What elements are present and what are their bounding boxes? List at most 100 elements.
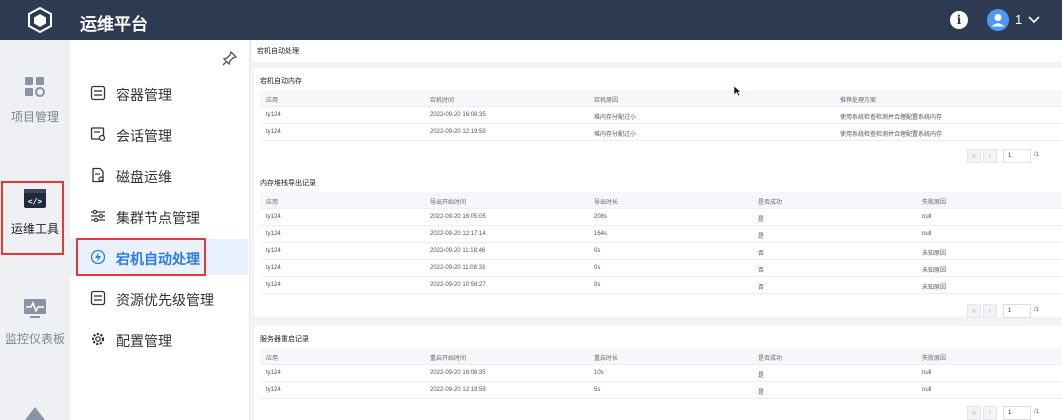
table-cell: null xyxy=(922,214,932,220)
prev-page-button[interactable]: ‹ xyxy=(983,149,997,163)
table-cell: ty124 xyxy=(266,370,281,376)
cube-logo-icon[interactable] xyxy=(27,7,53,33)
table-cell: ty124 xyxy=(266,248,281,254)
table-cell: 使用系统检查检测并合理配置系统内存 xyxy=(840,115,943,121)
menu-item-config[interactable]: 配置管理 xyxy=(70,321,248,357)
column-header: 导出时长 xyxy=(594,200,619,206)
chevron-down-icon[interactable] xyxy=(1027,9,1041,29)
table-cell: 否 xyxy=(758,285,765,291)
table-cell: ty124 xyxy=(266,129,281,135)
table-cell: 2022-09-20 11:18:46 xyxy=(430,248,486,254)
menu-item-resource-priority[interactable]: 资源优先级管理 xyxy=(70,280,248,316)
table-cell: 0s xyxy=(594,265,601,271)
table-cell: 是 xyxy=(758,234,765,240)
table-cell: ty124 xyxy=(266,231,281,237)
sliders-icon xyxy=(91,209,105,223)
column-header: 推荐处理方案 xyxy=(840,98,877,104)
table-cell: null xyxy=(922,231,932,237)
table-cell: ty124 xyxy=(266,282,281,288)
table-cell: 是 xyxy=(758,390,765,396)
pagination: « ‹ 1 /1 xyxy=(967,149,1062,163)
warning-icon[interactable] xyxy=(24,406,46,420)
column-header: 失败原因 xyxy=(922,356,947,362)
table-row: ty124 2022-09-20 11:18:46 0s 否 未知原因 xyxy=(260,243,1062,260)
table-cell: ty124 xyxy=(266,214,281,220)
menu-item-disk-ops[interactable]: 磁盘运维 xyxy=(70,157,248,193)
rail-item-label: 监控仪表板 xyxy=(4,332,65,346)
pagination: « ‹ 1 /1 xyxy=(967,304,1062,318)
mouse-cursor-icon xyxy=(734,86,742,96)
menu-item-sessions[interactable]: 会话管理 xyxy=(70,116,248,152)
first-page-button[interactable]: « xyxy=(967,149,981,163)
prev-page-button[interactable]: ‹ xyxy=(983,406,997,420)
main-content: 宕机自动处理 宕机自动内存 应用 宕机时间 宕机原因 推荐处理方案 ty124 … xyxy=(252,40,1062,420)
page-total: /1 xyxy=(1034,409,1040,415)
page-number-input[interactable]: 1 xyxy=(1003,149,1031,163)
top-bar: 运维平台 i 1 xyxy=(0,0,1062,40)
table-cell: 否 xyxy=(758,268,765,274)
column-header: 应用 xyxy=(266,200,279,206)
card-heap-export: 内存堆栈导出记录 应用 导出开始时间 导出时长 是否成功 失败原因 ty124 … xyxy=(254,170,1062,318)
data-table: 应用 宕机时间 宕机原因 推荐处理方案 ty124 2022-09-20 16:… xyxy=(260,90,1062,141)
table-cell: 2022-09-20 12:19:59 xyxy=(430,387,486,393)
page-number-input[interactable]: 1 xyxy=(1003,406,1031,420)
table-row: ty124 2022-09-20 16:05:05 208s 是 null xyxy=(260,209,1062,226)
pin-icon[interactable] xyxy=(222,50,238,66)
column-header: 应用 xyxy=(266,98,279,104)
column-header: 重启开始时间 xyxy=(430,356,467,362)
session-icon xyxy=(90,127,106,142)
sub-menu: 容器管理 会话管理 磁盘运维 集群节点管理 宕机自动处理 资源优先级管理 配置管… xyxy=(70,40,250,420)
column-header: 应用 xyxy=(266,356,279,362)
table-cell: 2022-09-20 16:05:05 xyxy=(430,214,486,220)
table-header: 应用 重启开始时间 重启时长 是否成功 失败原因 xyxy=(260,348,1062,365)
table-header: 应用 导出开始时间 导出时长 是否成功 失败原因 xyxy=(260,192,1062,209)
first-page-button[interactable]: « xyxy=(967,406,981,420)
table-cell: 2022-09-20 16:08:35 xyxy=(430,370,486,376)
table-row: ty124 2022-09-20 12:19:59 5s 是 null xyxy=(260,382,1062,399)
table-cell: 是 xyxy=(758,217,765,223)
container-icon xyxy=(90,85,106,101)
grid-icon xyxy=(25,77,45,97)
table-row: ty124 2022-09-20 10:58:27 0s 否 未知原因 xyxy=(260,277,1062,294)
user-name[interactable]: 1 xyxy=(1015,12,1022,27)
pagination: « ‹ 1 /1 xyxy=(967,406,1062,420)
table-cell: ty124 xyxy=(266,112,281,118)
table-cell: 2022-09-20 12:19:59 xyxy=(430,129,486,135)
table-cell: 2022-09-20 10:58:27 xyxy=(430,282,486,288)
table-cell: 堆内存分配过小 xyxy=(594,132,637,138)
rail-item-projects[interactable]: 项目管理 xyxy=(0,76,70,125)
info-icon[interactable]: i xyxy=(950,11,968,29)
page-header: 宕机自动处理 xyxy=(252,40,1062,62)
prev-page-button[interactable]: ‹ xyxy=(983,304,997,318)
user-avatar-icon[interactable] xyxy=(987,9,1009,31)
resource-icon xyxy=(90,290,106,306)
rail-item-monitoring[interactable]: 监控仪表板 xyxy=(0,298,70,347)
column-header: 导出开始时间 xyxy=(430,200,467,206)
gear-icon xyxy=(91,332,105,346)
table-cell: 164s xyxy=(594,231,608,237)
table-cell: 未知原因 xyxy=(922,251,947,257)
page-number-input[interactable]: 1 xyxy=(1003,304,1031,318)
table-cell: 未知原因 xyxy=(922,285,947,291)
menu-item-containers[interactable]: 容器管理 xyxy=(70,75,248,111)
table-header: 应用 宕机时间 宕机原因 推荐处理方案 xyxy=(260,90,1062,107)
table-cell: 未知原因 xyxy=(922,268,947,274)
table-cell: 0s xyxy=(594,248,601,254)
column-header: 失败原因 xyxy=(922,200,947,206)
table-cell: 2022-09-20 11:08:33 xyxy=(430,265,486,271)
menu-item-label: 集群节点管理 xyxy=(116,210,200,226)
table-cell: 208s xyxy=(594,214,608,220)
column-header: 重启时长 xyxy=(594,356,619,362)
data-table: 应用 重启开始时间 重启时长 是否成功 失败原因 ty124 2022-09-2… xyxy=(260,348,1062,399)
menu-item-label: 配置管理 xyxy=(116,333,172,349)
menu-item-cluster-nodes[interactable]: 集群节点管理 xyxy=(70,198,248,234)
menu-item-label: 磁盘运维 xyxy=(116,169,172,185)
table-row: ty124 2022-09-20 12:17:14 164s 是 null xyxy=(260,226,1062,243)
table-cell: 否 xyxy=(758,251,765,257)
table-cell: 堆内存分配过小 xyxy=(594,115,637,121)
page-total: /1 xyxy=(1034,152,1040,158)
left-rail: 项目管理 </> 运维工具 监控仪表板 xyxy=(0,40,70,420)
first-page-button[interactable]: « xyxy=(967,304,981,318)
menu-item-label: 容器管理 xyxy=(116,87,172,103)
column-header: 宕机时间 xyxy=(430,98,455,104)
